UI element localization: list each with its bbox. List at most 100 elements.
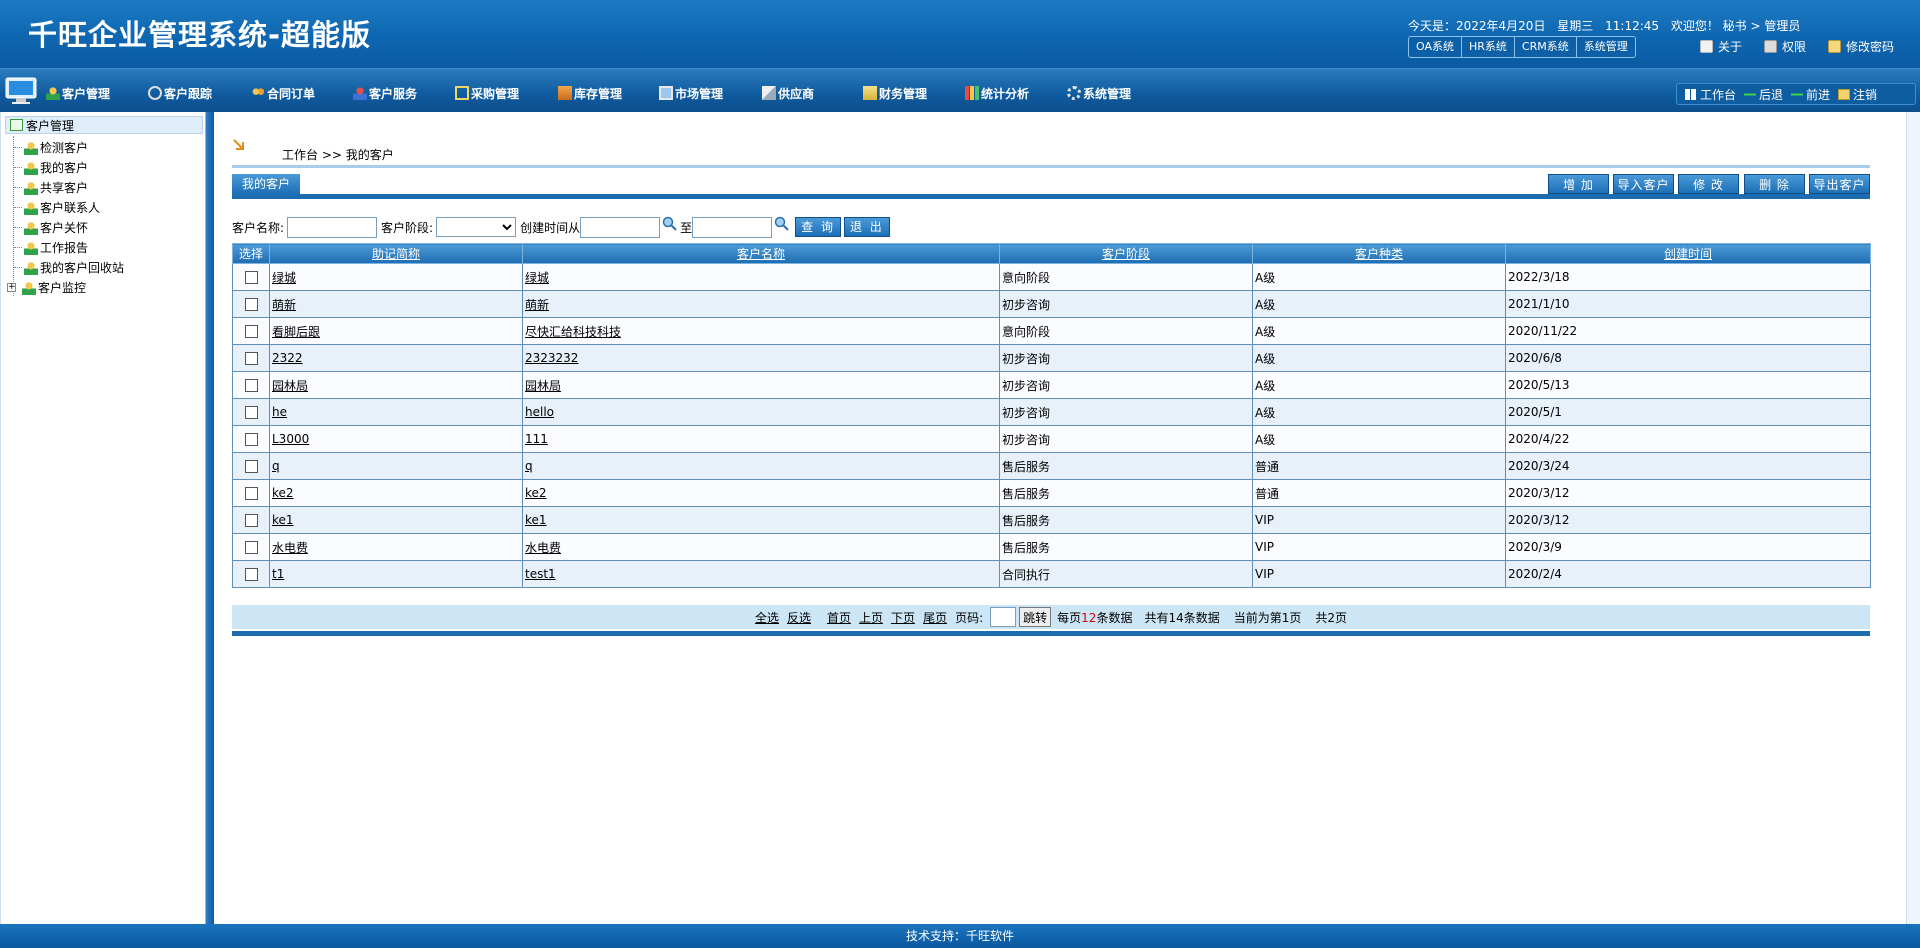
col-customer-name[interactable]: 客户名称 (522, 243, 1000, 264)
import-customers-button[interactable]: 导入客户 (1613, 174, 1674, 194)
col-customer-stage[interactable]: 客户阶段 (999, 243, 1253, 264)
workbench-button[interactable]: 工作台 (1685, 86, 1736, 103)
search-icon[interactable] (662, 216, 678, 232)
row-checkbox[interactable] (244, 487, 258, 500)
sys-tab-hr[interactable]: HR系统 (1462, 37, 1515, 57)
customer-name-input[interactable] (287, 216, 378, 238)
row-checkbox[interactable] (244, 379, 258, 392)
sidebar-item-customer-care[interactable]: 客户关怀 (14, 219, 88, 236)
sidebar-item-detect-customers[interactable]: 检测客户 (14, 139, 88, 156)
customer-name-link[interactable]: 2323232 (525, 351, 578, 365)
nav-inventory-management[interactable]: 库存管理 (558, 85, 622, 102)
nav-contract-orders[interactable]: 合同订单 (251, 85, 315, 102)
select-all-link[interactable]: 全选 (755, 609, 779, 626)
row-checkbox[interactable] (244, 541, 258, 554)
sidebar-item-my-customers[interactable]: 我的客户 (14, 159, 88, 176)
row-checkbox[interactable] (244, 433, 258, 446)
row-checkbox[interactable] (244, 352, 258, 365)
customer-name-link[interactable]: 萌新 (525, 298, 549, 312)
jump-button[interactable]: 跳转 (1019, 607, 1052, 627)
logout-button[interactable]: 注销 (1838, 86, 1877, 103)
sidebar-item-shared-customers[interactable]: 共享客户 (14, 179, 88, 196)
search-icon[interactable] (774, 216, 790, 232)
short-name-link[interactable]: 看脚后跟 (272, 325, 320, 339)
row-checkbox[interactable] (244, 325, 258, 338)
edit-button[interactable]: 修 改 (1678, 174, 1739, 194)
nav-finance-management[interactable]: 财务管理 (863, 85, 927, 102)
short-name-link[interactable]: L3000 (272, 432, 309, 446)
sidebar-item-work-report[interactable]: 工作报告 (14, 239, 88, 256)
row-checkbox[interactable] (244, 514, 258, 527)
stage-value: 售后服务 (1002, 513, 1051, 528)
time-to-input[interactable] (692, 216, 773, 238)
prev-page-link[interactable]: 上页 (859, 609, 883, 626)
last-page-link[interactable]: 尾页 (923, 609, 947, 626)
nav-customer-tracking[interactable]: 客户跟踪 (148, 85, 212, 102)
back-button[interactable]: 后退 (1744, 86, 1783, 103)
sidebar-item-customer-contacts[interactable]: 客户联系人 (14, 199, 100, 216)
customer-name-link[interactable]: 园林局 (525, 379, 561, 393)
customer-stage-label: 客户阶段: (381, 220, 434, 235)
forward-button[interactable]: 前进 (1791, 86, 1830, 103)
sidebar-item-recycle-bin[interactable]: 我的客户回收站 (14, 259, 124, 276)
invert-selection-link[interactable]: 反选 (787, 609, 811, 626)
customer-name-link[interactable]: 绿城 (525, 271, 549, 285)
add-button[interactable]: 增 加 (1548, 174, 1609, 194)
customer-name-link[interactable]: q (525, 459, 533, 473)
nav-customer-service[interactable]: 客户服务 (353, 85, 417, 102)
short-name-link[interactable]: ke1 (272, 513, 294, 527)
next-page-link[interactable]: 下页 (891, 609, 915, 626)
nav-customer-management[interactable]: 客户管理 (46, 85, 110, 102)
short-name-link[interactable]: t1 (272, 567, 284, 581)
short-name-link[interactable]: 绿城 (272, 271, 296, 285)
sys-tab-oa[interactable]: OA系统 (1409, 37, 1462, 57)
first-page-link[interactable]: 首页 (827, 609, 851, 626)
page-number-input[interactable] (990, 607, 1017, 627)
exit-button[interactable]: 退 出 (843, 217, 890, 237)
sys-tab-system[interactable]: 系统管理 (1577, 37, 1635, 57)
change-password-link[interactable]: 修改密码 (1828, 38, 1894, 55)
row-checkbox[interactable] (244, 568, 258, 581)
customer-name-link[interactable]: 尽快汇给科技科技 (525, 325, 621, 339)
nav-market-management[interactable]: 市场管理 (659, 85, 723, 102)
customer-stage-select[interactable] (436, 217, 517, 237)
nav-purchase-management[interactable]: 采购管理 (455, 85, 519, 102)
customer-name-link[interactable]: test1 (525, 567, 556, 581)
delete-button[interactable]: 删 除 (1744, 174, 1805, 194)
nav-system-management[interactable]: 系统管理 (1067, 85, 1131, 102)
customer-name-link[interactable]: hello (525, 405, 554, 419)
short-name-link[interactable]: q (272, 459, 280, 473)
col-created-time[interactable]: 创建时间 (1505, 243, 1871, 264)
time-from-input[interactable] (580, 216, 661, 238)
short-name-link[interactable]: 园林局 (272, 379, 308, 393)
customer-name-link[interactable]: 水电费 (525, 541, 561, 555)
query-button[interactable]: 查 询 (795, 217, 841, 237)
row-checkbox[interactable] (244, 271, 258, 284)
row-checkbox[interactable] (244, 298, 258, 311)
short-name-link[interactable]: 2322 (272, 351, 303, 365)
short-name-link[interactable]: he (272, 405, 287, 419)
short-name-link[interactable]: 萌新 (272, 298, 296, 312)
vertical-scrollbar[interactable] (1906, 112, 1920, 924)
customer-name-link[interactable]: ke2 (525, 486, 547, 500)
col-short-name[interactable]: 助记简称 (269, 243, 523, 264)
permission-link[interactable]: 权限 (1764, 38, 1806, 55)
row-select-cell (232, 506, 270, 534)
customer-name-link[interactable]: 111 (525, 432, 548, 446)
sys-tab-crm[interactable]: CRM系统 (1515, 37, 1577, 57)
row-checkbox[interactable] (244, 460, 258, 473)
short-name-link[interactable]: 水电费 (272, 541, 308, 555)
short-name-link[interactable]: ke2 (272, 486, 294, 500)
row-checkbox[interactable] (244, 406, 258, 419)
sidebar-root-customer-management[interactable]: 客户管理 (5, 116, 203, 134)
col-customer-type[interactable]: 客户种类 (1252, 243, 1506, 264)
nav-supplier[interactable]: 供应商 (762, 85, 814, 102)
sidebar-item-customer-monitoring[interactable]: + 客户监控 (7, 279, 86, 296)
user-icon (24, 180, 38, 195)
expand-plus-icon[interactable]: + (7, 283, 16, 292)
nav-statistics[interactable]: 统计分析 (965, 85, 1029, 102)
about-link[interactable]: 关于 (1700, 38, 1742, 55)
customer-name-link[interactable]: ke1 (525, 513, 547, 527)
export-customers-button[interactable]: 导出客户 (1809, 174, 1870, 194)
sidebar-splitter[interactable] (206, 112, 214, 924)
